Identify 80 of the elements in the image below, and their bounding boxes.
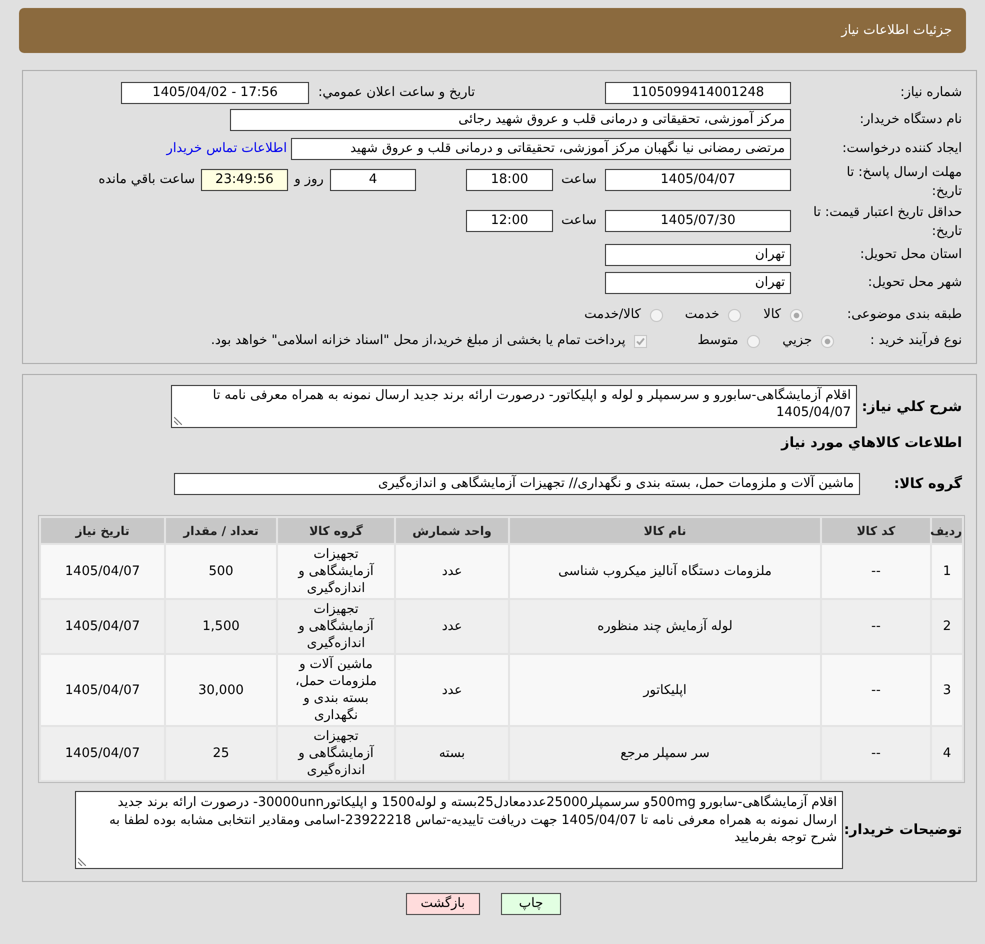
table-cell: اپلیکاتور bbox=[510, 655, 820, 725]
resize-grip-icon[interactable] bbox=[78, 858, 86, 866]
table-cell: 1405/04/07 bbox=[41, 545, 164, 598]
city-field[interactable]: تهران bbox=[605, 272, 791, 294]
table-cell: -- bbox=[822, 600, 930, 653]
section-heading: اطلاعات کالاهاي مورد نیاز bbox=[780, 434, 962, 453]
column-header: گروه کالا bbox=[278, 518, 394, 543]
table-cell: سر سمپلر مرجع bbox=[510, 727, 820, 780]
table-cell: عدد bbox=[396, 600, 508, 653]
field-label: استان محل تحویل: bbox=[859, 246, 962, 264]
radio-label: کالا bbox=[763, 306, 781, 324]
table-cell: -- bbox=[822, 655, 930, 725]
resize-grip-icon[interactable] bbox=[174, 417, 182, 425]
table-cell: عدد bbox=[396, 655, 508, 725]
time-field[interactable]: 12:00 bbox=[466, 210, 553, 232]
table-cell: تجهیزات آزمایشگاهی و اندازه‌گیری bbox=[278, 545, 394, 598]
province-field[interactable]: تهران bbox=[605, 244, 791, 266]
table-cell: -- bbox=[822, 727, 930, 780]
field-label: روز و bbox=[292, 171, 325, 189]
time-field[interactable]: 18:00 bbox=[466, 169, 553, 191]
field-label: گروه کالا: bbox=[892, 476, 962, 492]
field-label: مهلت ارسال پاسخ: تا تاریخ: bbox=[846, 164, 962, 201]
goods-group-field[interactable]: ماشین آلات و ملزومات حمل، بسته بندی و نگهداری// تجهیزات آزمایشگاهی و اندازه‌گیری bbox=[174, 473, 860, 495]
checkbox-label: پرداخت تمام یا بخشی از مبلغ خرید،از محل "اسناد خزانه اسلامی" خواهد بود. bbox=[210, 332, 626, 350]
field-label: ساعت باقي مانده bbox=[98, 171, 195, 189]
announce-date-field[interactable]: 1405/04/02 - 17:56 bbox=[121, 82, 310, 104]
table-cell: 2 bbox=[932, 600, 962, 653]
column-header: واحد شمارش bbox=[396, 518, 508, 543]
field-label: تاریخ و ساعت اعلان عمومي: bbox=[318, 84, 475, 102]
table-cell: عدد bbox=[396, 545, 508, 598]
table-cell: تجهیزات آزمایشگاهی و اندازه‌گیری bbox=[278, 727, 394, 780]
radio-label: متوسط bbox=[697, 332, 738, 350]
radio-label: خدمت bbox=[684, 306, 720, 324]
column-header: ردیف bbox=[932, 518, 962, 543]
table-cell: ملزومات دستگاه آنالیز میکروب شناسی bbox=[510, 545, 820, 598]
need-number-field[interactable]: 1105099414001248 bbox=[605, 82, 791, 104]
field-label: ایجاد کننده درخواست: bbox=[841, 140, 962, 158]
field-label: حداقل تاریخ اعتبار قیمت: تا تاریخ: bbox=[812, 204, 962, 241]
print-button[interactable]: چاپ bbox=[501, 893, 561, 915]
requester-field[interactable]: مرتضی رمضانی نیا نگهبان مرکز آموزشی، تحقیقاتی و درمانی قلب و عروق شهید bbox=[291, 138, 791, 160]
radio-label: جزيي bbox=[782, 332, 812, 350]
back-button[interactable]: بازگشت bbox=[406, 893, 480, 915]
page-title: جزئیات اطلاعات نیاز bbox=[841, 23, 952, 38]
column-header: تاریخ نیاز bbox=[41, 518, 164, 543]
table-cell: 25 bbox=[166, 727, 276, 780]
table-cell: -- bbox=[822, 545, 930, 598]
field-label: شماره نیاز: bbox=[899, 84, 962, 102]
table-cell: 1,500 bbox=[166, 600, 276, 653]
table-cell: 4 bbox=[932, 727, 962, 780]
table-cell: تجهیزات آزمایشگاهی و اندازه‌گیری bbox=[278, 600, 394, 653]
column-header: تعداد / مقدار bbox=[166, 518, 276, 543]
field-label: طبقه بندی موضوعی: bbox=[846, 306, 962, 324]
buyer-contact-link[interactable]: اطلاعات تماس خریدار bbox=[166, 138, 287, 160]
days-field[interactable]: 4 bbox=[330, 169, 416, 191]
buyer-notes-field[interactable]: اقلام آزمایشگاهی-سابورو 500mgو سرسمپلر25000عددمعادل25بسته و لوله1500 و اپلیکاتور30000unn- درصورت ارائه برند جدید ارسال نمونه به همراه معرفی نامه تا 1405/04/07 جهت دریافت تاییدیه-تماس 23922218-اسامی ومقادیر انتخابی مشابه بوده لطفا به شرح توجه بفرمایید bbox=[75, 791, 843, 869]
table-cell: 1405/04/07 bbox=[41, 727, 164, 780]
field-label: ساعت bbox=[560, 212, 598, 230]
field-label: ساعت bbox=[560, 171, 598, 189]
radio-label: کالا/خدمت bbox=[584, 306, 641, 324]
need-summary-field[interactable]: اقلام آزمایشگاهی-سابورو و سرسمپلر و لوله و اپلیکاتور- درصورت ارائه برند جدید ارسال نمونه به همراه معرفی نامه تا 1405/04/07 bbox=[171, 385, 857, 428]
table-cell: 3 bbox=[932, 655, 962, 725]
remaining-time-field[interactable]: 23:49:56 bbox=[201, 169, 288, 191]
column-header: نام کالا bbox=[510, 518, 820, 543]
buyer-name-field[interactable]: مرکز آموزشی، تحقیقاتی و درمانی قلب و عروق شهید رجائی bbox=[230, 109, 791, 131]
date-field[interactable]: 1405/07/30 bbox=[605, 210, 791, 232]
table-cell: 1405/04/07 bbox=[41, 655, 164, 725]
field-label: شرح کلي نیاز: bbox=[860, 398, 962, 414]
table-cell: 30,000 bbox=[166, 655, 276, 725]
date-field[interactable]: 1405/04/07 bbox=[605, 169, 791, 191]
field-label: شهر محل تحویل: bbox=[866, 274, 962, 292]
table-cell: 1 bbox=[932, 545, 962, 598]
field-label: نام دستگاه خریدار: bbox=[858, 110, 962, 129]
table-cell: لوله آزمایش چند منظوره bbox=[510, 600, 820, 653]
field-label: توضیحات خریدار: bbox=[843, 822, 962, 838]
table-cell: 500 bbox=[166, 545, 276, 598]
table-cell: بسته bbox=[396, 727, 508, 780]
field-label: نوع فرآیند خرید : bbox=[869, 330, 962, 350]
table-cell: ماشین آلات و ملزومات حمل، بسته بندی و نگهداری bbox=[278, 655, 394, 725]
table-cell: 1405/04/07 bbox=[41, 600, 164, 653]
column-header: کد کالا bbox=[822, 518, 930, 543]
